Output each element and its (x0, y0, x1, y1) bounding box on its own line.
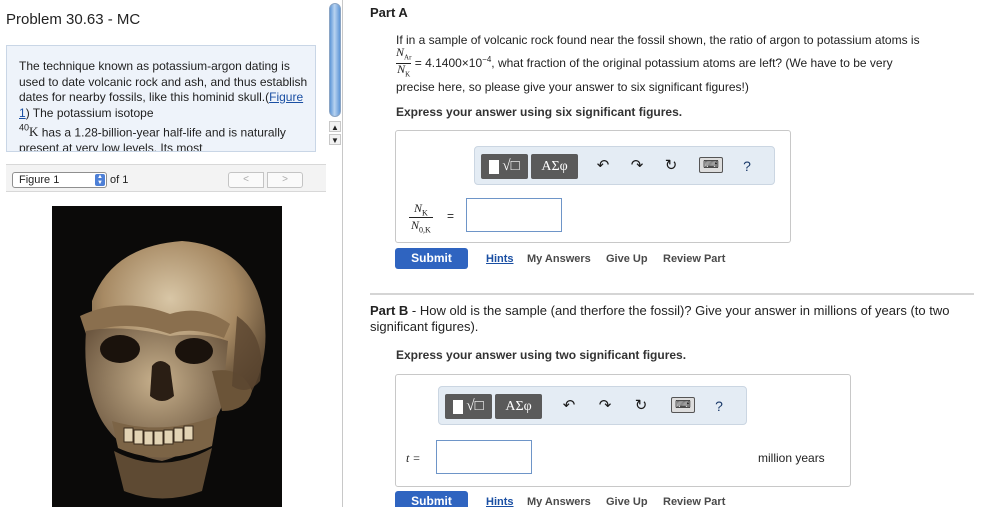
select-stepper-icon: ▲ ▼ (95, 174, 105, 186)
part-a-instruction: Express your answer using six significan… (396, 105, 683, 119)
part-a-give-up-link[interactable]: Give Up (606, 253, 648, 265)
parts-panel: Part A If in a sample of volcanic rock f… (343, 0, 994, 507)
part-b-math-toolbar: √□ ΑΣφ ↶ ↷ ↻ ⌨ ? (438, 386, 747, 425)
keyboard-icon[interactable]: ⌨ (699, 157, 723, 173)
part-a-my-answers-link[interactable]: My Answers (527, 253, 591, 265)
part-b-title: Part B - How old is the sample (and ther… (370, 303, 950, 334)
part-a-hints-link[interactable]: Hints (486, 253, 514, 265)
redo-icon[interactable]: ↷ (627, 156, 647, 176)
scrollbar-thumb[interactable] (329, 3, 341, 117)
undo-icon[interactable]: ↶ (593, 156, 613, 176)
part-b-hints-link[interactable]: Hints (486, 496, 514, 507)
next-figure-button[interactable]: > (267, 172, 303, 188)
argon-potassium-ratio: NAr NK (396, 45, 412, 79)
part-b-review-part-link[interactable]: Review Part (663, 496, 725, 507)
part-separator (370, 293, 974, 295)
part-a-answer-input[interactable] (466, 198, 562, 232)
description-text-3: has a 1.28-billion-year half-life and is… (19, 125, 286, 152)
part-b-submit-button[interactable]: Submit (395, 491, 468, 507)
part-a-answer-box: √□ ΑΣφ ↶ ↷ ↻ ⌨ ? NK N0,K = (395, 130, 791, 243)
reset-icon[interactable]: ↻ (661, 156, 681, 176)
templates-button[interactable]: √□ (445, 394, 492, 419)
reset-icon[interactable]: ↻ (631, 396, 651, 416)
part-a-equals: = (447, 209, 455, 223)
description-text-2: ) The potassium isotope (25, 105, 154, 120)
redo-icon[interactable]: ↷ (595, 396, 615, 416)
part-b-unit: million years (758, 451, 825, 465)
problem-panel: Problem 30.63 - MC The technique known a… (0, 0, 342, 507)
problem-title: Problem 30.63 - MC (6, 11, 141, 28)
help-icon[interactable]: ? (709, 396, 729, 416)
symbols-button[interactable]: ΑΣφ (495, 394, 542, 419)
description-scrollbar[interactable]: ▲ ▼ (328, 0, 342, 152)
keyboard-icon[interactable]: ⌨ (671, 397, 695, 413)
part-b-my-answers-link[interactable]: My Answers (527, 496, 591, 507)
problem-description: The technique known as potassium-argon d… (19, 59, 309, 152)
previous-figure-button[interactable]: < (228, 172, 264, 188)
part-a-review-part-link[interactable]: Review Part (663, 253, 725, 265)
problem-description-box[interactable]: The technique known as potassium-argon d… (6, 45, 316, 152)
part-b-answer-box: √□ ΑΣφ ↶ ↷ ↻ ⌨ ? t = million years (395, 374, 851, 487)
description-text-1: The technique known as potassium-argon d… (19, 59, 308, 104)
figure-navigation: Figure 1 ▲ ▼ of 1 < > (6, 164, 326, 192)
scroll-down-arrow[interactable]: ▼ (329, 134, 341, 145)
help-icon[interactable]: ? (737, 156, 757, 176)
symbols-button[interactable]: ΑΣφ (531, 154, 578, 179)
part-a-title: Part A (370, 5, 408, 20)
hominid-skull-image (52, 206, 282, 507)
isotope-k40: 40K (19, 123, 39, 140)
part-a-submit-button[interactable]: Submit (395, 248, 468, 269)
part-b-answer-input[interactable] (436, 440, 532, 474)
undo-icon[interactable]: ↶ (559, 396, 579, 416)
part-a-math-toolbar: √□ ΑΣφ ↶ ↷ ↻ ⌨ ? (474, 146, 775, 185)
part-a-prompt-line3: precise here, so please give your answer… (396, 80, 749, 94)
part-b-instruction: Express your answer using two significan… (396, 348, 687, 362)
part-b-lhs: t = (406, 451, 421, 465)
templates-button[interactable]: √□ (481, 154, 528, 179)
scroll-up-arrow[interactable]: ▲ (329, 121, 341, 132)
part-b-give-up-link[interactable]: Give Up (606, 496, 648, 507)
figure-count: of 1 (110, 174, 129, 186)
part-a-prompt-line2: NAr NK = 4.1400×10−4, what fraction of t… (396, 45, 893, 79)
part-a-prompt-line1: If in a sample of volcanic rock found ne… (396, 33, 920, 47)
figure-select[interactable]: Figure 1 ▲ ▼ (12, 172, 107, 188)
part-a-lhs-fraction: NK N0,K (409, 201, 433, 235)
